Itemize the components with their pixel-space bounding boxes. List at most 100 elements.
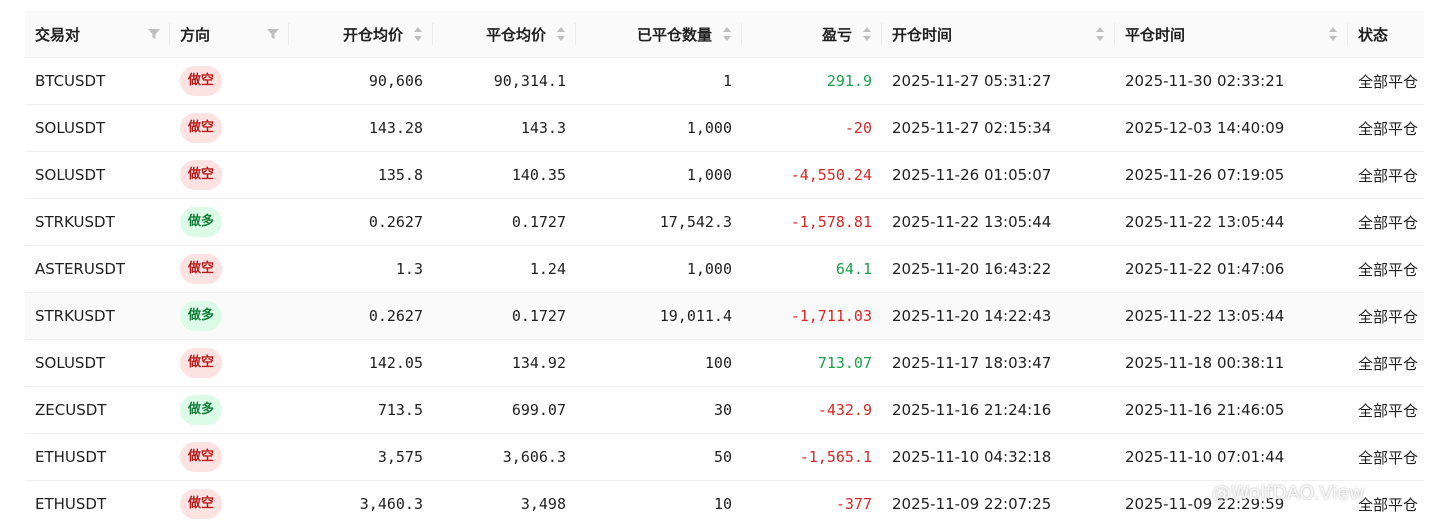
open-time-cell: 2025-11-27 05:31:27: [882, 57, 1115, 105]
pair-cell: BTCUSDT: [25, 57, 170, 105]
pnl-cell: -20: [742, 104, 882, 152]
close-time-cell: 2025-11-16 21:46:05: [1115, 386, 1348, 434]
status-cell: 全部平仓: [1348, 151, 1424, 199]
table-body: BTCUSDT 做空 90,606 90,314.1 1 291.9 2025-…: [25, 57, 1424, 525]
status-cell: 全部平仓: [1348, 433, 1424, 481]
open-time-cell: 2025-11-16 21:24:16: [882, 386, 1115, 434]
closed-qty-cell: 10: [576, 480, 742, 525]
direction-tag: 做空: [180, 489, 223, 519]
closed-qty-cell: 1,000: [576, 151, 742, 199]
filter-icon[interactable]: [148, 28, 160, 40]
pnl-cell: -1,578.81: [742, 198, 882, 246]
pnl-cell: -1,565.1: [742, 433, 882, 481]
sort-icon[interactable]: [557, 26, 565, 42]
pair-cell: ZECUSDT: [25, 386, 170, 434]
direction-cell: 做空: [170, 57, 289, 105]
column-header-close-avg-label: 平仓均价: [485, 25, 546, 44]
column-header-close-avg[interactable]: 平仓均价: [433, 11, 576, 58]
trade-history-table-container: 交易对 方向 开仓均价 平仓均价 已平仓数量 盈亏 开仓时间 平仓时间 状态 B…: [25, 11, 1424, 525]
table-row[interactable]: STRKUSDT 做多 0.2627 0.1727 19,011.4 -1,71…: [25, 292, 1424, 340]
close-avg-cell: 699.07: [433, 386, 576, 434]
open-avg-cell: 143.28: [289, 104, 433, 152]
close-avg-cell: 3,498: [433, 480, 576, 525]
direction-tag: 做空: [180, 254, 223, 284]
column-header-direction[interactable]: 方向: [170, 11, 289, 58]
table-header-row: 交易对 方向 开仓均价 平仓均价 已平仓数量 盈亏 开仓时间 平仓时间 状态: [25, 11, 1424, 58]
sort-icon[interactable]: [863, 26, 871, 42]
pair-cell: STRKUSDT: [25, 292, 170, 340]
open-avg-cell: 0.2627: [289, 198, 433, 246]
direction-tag: 做空: [180, 160, 223, 190]
column-header-pair-label: 交易对: [35, 25, 81, 44]
close-time-cell: 2025-11-22 13:05:44: [1115, 292, 1348, 340]
closed-qty-cell: 1: [576, 57, 742, 105]
open-avg-cell: 3,460.3: [289, 480, 433, 525]
table-row[interactable]: BTCUSDT 做空 90,606 90,314.1 1 291.9 2025-…: [25, 57, 1424, 105]
closed-qty-cell: 1,000: [576, 104, 742, 152]
column-header-open-time[interactable]: 开仓时间: [882, 11, 1115, 58]
open-time-cell: 2025-11-26 01:05:07: [882, 151, 1115, 199]
sort-icon[interactable]: [1096, 26, 1104, 42]
open-time-cell: 2025-11-27 02:15:34: [882, 104, 1115, 152]
direction-cell: 做空: [170, 433, 289, 481]
status-cell: 全部平仓: [1348, 245, 1424, 293]
pnl-cell: 64.1: [742, 245, 882, 293]
direction-tag: 做空: [180, 113, 223, 143]
column-header-pnl-label: 盈亏: [821, 25, 852, 44]
pnl-cell: -4,550.24: [742, 151, 882, 199]
closed-qty-cell: 30: [576, 386, 742, 434]
column-header-pnl[interactable]: 盈亏: [742, 11, 882, 58]
direction-cell: 做多: [170, 198, 289, 246]
direction-cell: 做空: [170, 104, 289, 152]
column-header-pair[interactable]: 交易对: [25, 11, 170, 58]
open-time-cell: 2025-11-09 22:07:25: [882, 480, 1115, 525]
sort-icon[interactable]: [723, 26, 731, 42]
sort-icon[interactable]: [1329, 26, 1337, 42]
column-header-status[interactable]: 状态: [1348, 11, 1424, 58]
table-row[interactable]: SOLUSDT 做空 135.8 140.35 1,000 -4,550.24 …: [25, 151, 1424, 199]
column-header-open-avg-label: 开仓均价: [342, 25, 403, 44]
close-time-cell: 2025-11-22 01:47:06: [1115, 245, 1348, 293]
pair-cell: ASTERUSDT: [25, 245, 170, 293]
table-row[interactable]: STRKUSDT 做多 0.2627 0.1727 17,542.3 -1,57…: [25, 198, 1424, 246]
open-avg-cell: 135.8: [289, 151, 433, 199]
table-row[interactable]: SOLUSDT 做空 142.05 134.92 100 713.07 2025…: [25, 339, 1424, 387]
close-avg-cell: 3,606.3: [433, 433, 576, 481]
table-row[interactable]: SOLUSDT 做空 143.28 143.3 1,000 -20 2025-1…: [25, 104, 1424, 152]
closed-qty-cell: 100: [576, 339, 742, 387]
pnl-cell: -432.9: [742, 386, 882, 434]
table-row[interactable]: ASTERUSDT 做空 1.3 1.24 1,000 64.1 2025-11…: [25, 245, 1424, 293]
pnl-cell: 713.07: [742, 339, 882, 387]
column-header-close-time[interactable]: 平仓时间: [1115, 11, 1348, 58]
close-avg-cell: 134.92: [433, 339, 576, 387]
open-avg-cell: 142.05: [289, 339, 433, 387]
column-header-closed-qty[interactable]: 已平仓数量: [576, 11, 742, 58]
direction-cell: 做空: [170, 245, 289, 293]
direction-tag: 做多: [180, 301, 223, 331]
direction-tag: 做空: [180, 66, 223, 96]
close-avg-cell: 0.1727: [433, 198, 576, 246]
table-row[interactable]: ZECUSDT 做多 713.5 699.07 30 -432.9 2025-1…: [25, 386, 1424, 434]
column-header-open-avg[interactable]: 开仓均价: [289, 11, 433, 58]
status-cell: 全部平仓: [1348, 198, 1424, 246]
open-avg-cell: 3,575: [289, 433, 433, 481]
open-time-cell: 2025-11-10 04:32:18: [882, 433, 1115, 481]
status-cell: 全部平仓: [1348, 386, 1424, 434]
status-cell: 全部平仓: [1348, 292, 1424, 340]
status-cell: 全部平仓: [1348, 57, 1424, 105]
close-time-cell: 2025-11-22 13:05:44: [1115, 198, 1348, 246]
close-avg-cell: 143.3: [433, 104, 576, 152]
table-row[interactable]: ETHUSDT 做空 3,575 3,606.3 50 -1,565.1 202…: [25, 433, 1424, 481]
close-avg-cell: 1.24: [433, 245, 576, 293]
close-time-cell: 2025-11-10 07:01:44: [1115, 433, 1348, 481]
pair-cell: SOLUSDT: [25, 151, 170, 199]
closed-qty-cell: 17,542.3: [576, 198, 742, 246]
open-time-cell: 2025-11-20 14:22:43: [882, 292, 1115, 340]
trade-history-table: 交易对 方向 开仓均价 平仓均价 已平仓数量 盈亏 开仓时间 平仓时间 状态 B…: [25, 11, 1424, 525]
filter-icon[interactable]: [267, 28, 279, 40]
close-avg-cell: 90,314.1: [433, 57, 576, 105]
sort-icon[interactable]: [414, 26, 422, 42]
pnl-cell: -377: [742, 480, 882, 525]
pnl-cell: 291.9: [742, 57, 882, 105]
close-time-cell: 2025-12-03 14:40:09: [1115, 104, 1348, 152]
